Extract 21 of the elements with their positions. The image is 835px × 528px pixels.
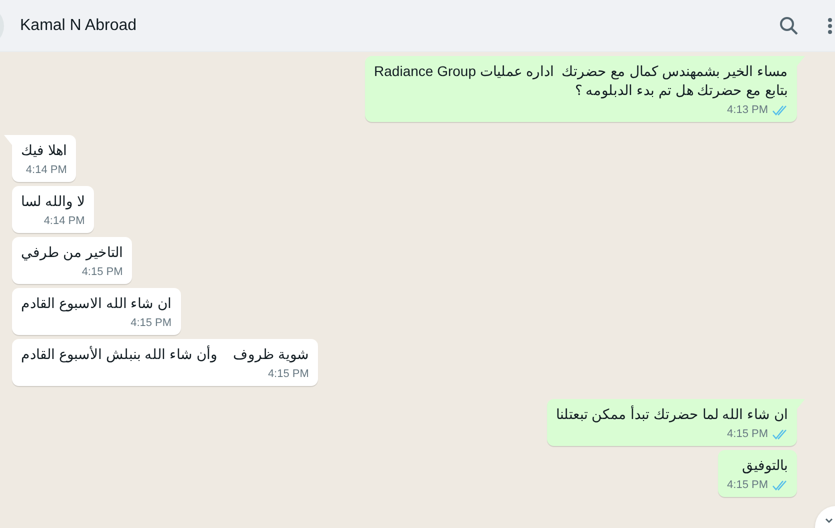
message-time: 4:14 PM bbox=[26, 163, 67, 178]
message-text: اهلا فيك bbox=[21, 141, 67, 160]
message-time: 4:15 PM bbox=[268, 367, 309, 382]
menu-icon[interactable] bbox=[828, 16, 832, 34]
message-time: 4:13 PM bbox=[727, 103, 768, 118]
message-text: ان شاء الله الاسبوع القادم bbox=[21, 294, 172, 313]
message-time: 4:15 PM bbox=[727, 478, 768, 493]
message-time: 4:14 PM bbox=[44, 214, 85, 229]
message-text: مساء الخير بشمهندس كمال مع حضرتك اداره عمليات Radiance Group bbox=[374, 62, 788, 81]
message-time: 4:15 PM bbox=[82, 265, 123, 280]
message-text: بتابع مع حضرتك هل تم بدء الدبلومه ؟ bbox=[574, 81, 788, 100]
message-text: بالتوفيق bbox=[741, 456, 788, 475]
message-text: التاخير من طرفي bbox=[21, 243, 123, 262]
chevron-down-icon bbox=[825, 518, 833, 524]
contact-name[interactable]: Kamal N Abroad bbox=[20, 14, 137, 38]
message-text: ان شاء الله لما حضرتك تبدأ ممكن تبعتلنا bbox=[556, 405, 788, 424]
message-time: 4:15 PM bbox=[130, 316, 172, 331]
message-time: 4:15 PM bbox=[727, 427, 768, 442]
message-text: شوية ظروف وأن شاء الله بنبلش الأسبوع القادم bbox=[21, 345, 309, 364]
search-icon[interactable] bbox=[779, 16, 799, 36]
message-text: لا والله لسا bbox=[21, 192, 85, 211]
